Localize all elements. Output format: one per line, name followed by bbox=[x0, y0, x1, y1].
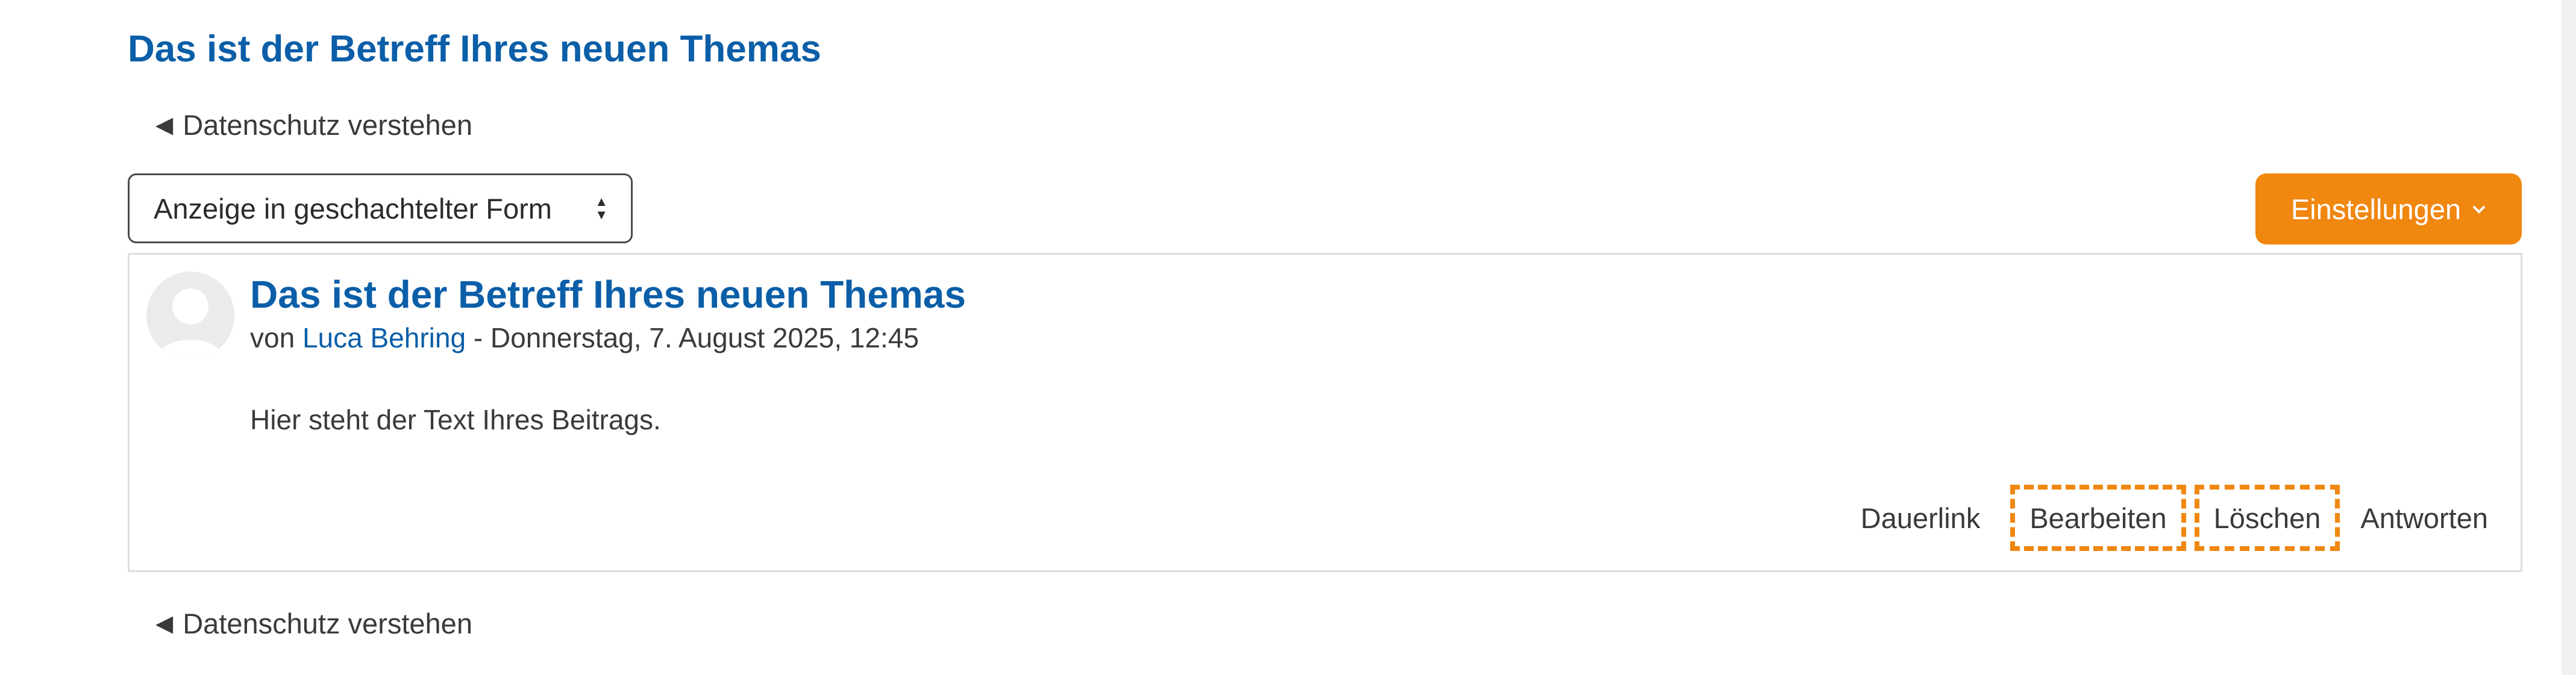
previous-discussion-link[interactable]: ◀ Datenschutz verstehen bbox=[155, 106, 472, 145]
chevron-down-icon bbox=[2472, 199, 2486, 219]
post-subject: Das ist der Betreff Ihres neuen Themas bbox=[250, 273, 966, 316]
delete-link[interactable]: Löschen bbox=[2194, 485, 2340, 551]
display-mode-select[interactable]: Anzeige in geschachtelter Form ▲ ▼ bbox=[128, 173, 633, 243]
previous-discussion-label: Datenschutz verstehen bbox=[183, 109, 472, 141]
triangle-left-icon: ◀ bbox=[155, 113, 174, 138]
scrollbar-track[interactable] bbox=[2562, 0, 2576, 675]
settings-button[interactable]: Einstellungen bbox=[2255, 173, 2522, 244]
discussion-title: Das ist der Betreff Ihres neuen Themas bbox=[128, 28, 821, 70]
next-discussion-link[interactable]: ◀ Datenschutz verstehen bbox=[155, 605, 472, 643]
post-byline: von Luca Behring - Donnerstag, 7. August… bbox=[250, 320, 919, 356]
post-body-text: Hier steht der Text Ihres Beitrags. bbox=[250, 404, 661, 435]
settings-label: Einstellungen bbox=[2290, 193, 2462, 225]
page: Das ist der Betreff Ihres neuen Themas ◀… bbox=[0, 0, 2576, 675]
reply-link[interactable]: Antworten bbox=[2360, 485, 2488, 551]
sort-arrows-icon: ▲ ▼ bbox=[595, 194, 608, 222]
author-link[interactable]: Luca Behring bbox=[302, 322, 466, 353]
permalink-link[interactable]: Dauerlink bbox=[1861, 485, 1981, 551]
user-avatar-icon[interactable] bbox=[146, 272, 234, 359]
display-mode-value: Anzeige in geschachtelter Form bbox=[154, 192, 552, 225]
triangle-left-icon: ◀ bbox=[155, 611, 174, 636]
post-actions: Dauerlink Bearbeiten Löschen Antworten bbox=[1861, 480, 2488, 556]
edit-link[interactable]: Bearbeiten bbox=[2010, 485, 2186, 551]
byline-prefix: von bbox=[250, 322, 295, 353]
next-discussion-label: Datenschutz verstehen bbox=[183, 608, 472, 639]
post-date: - Donnerstag, 7. August 2025, 12:45 bbox=[466, 322, 919, 353]
forum-post: Das ist der Betreff Ihres neuen Themas v… bbox=[128, 253, 2522, 572]
